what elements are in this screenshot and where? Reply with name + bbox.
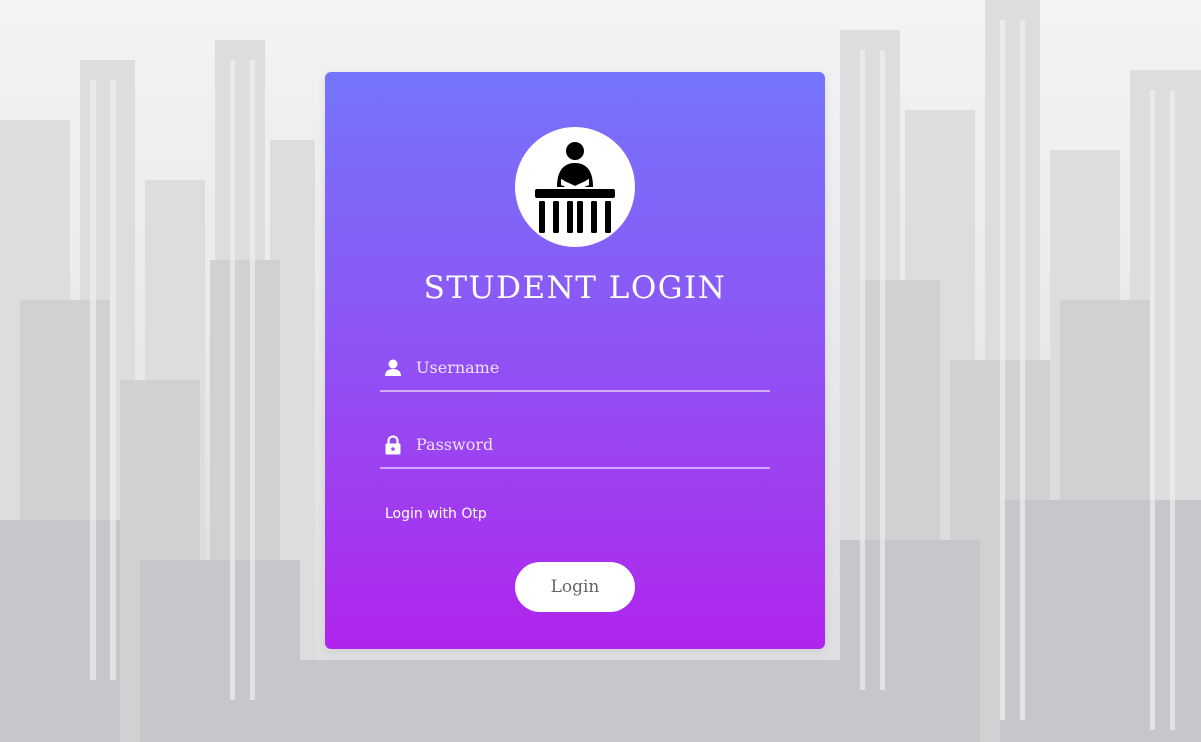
password-field [380,423,770,469]
username-input[interactable] [416,354,756,380]
student-avatar [515,127,635,247]
login-card: STUDENT LOGIN Login with Otp Login [325,72,825,649]
student-at-desk-icon [535,142,615,233]
password-input[interactable] [416,431,756,457]
login-with-otp-link[interactable]: Login with Otp [385,506,487,522]
login-button[interactable]: Login [515,562,635,612]
login-title: STUDENT LOGIN [423,270,727,306]
username-field [380,346,770,392]
person-icon [385,359,401,376]
lock-icon [385,435,401,455]
